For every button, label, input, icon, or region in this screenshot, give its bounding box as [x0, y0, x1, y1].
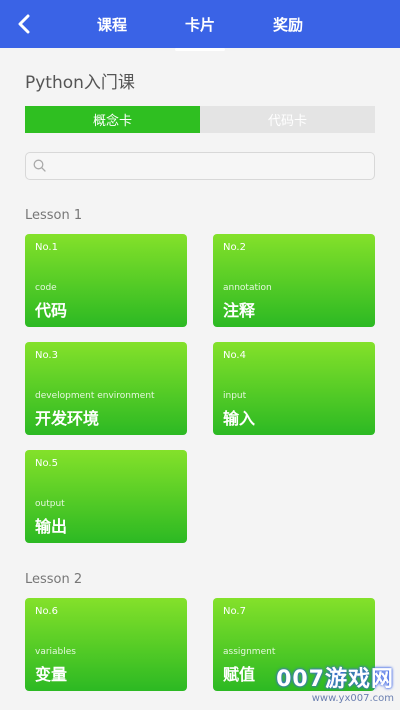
card-chinese-term: 注释: [223, 301, 256, 320]
tab-courses[interactable]: 课程: [91, 10, 133, 39]
card-english-term: variables: [35, 647, 76, 657]
card-number: No.3: [35, 350, 58, 361]
card-code[interactable]: No.1 code 代码: [25, 234, 187, 327]
card-development-environment[interactable]: No.3 development environment 开发环境: [25, 342, 187, 435]
concept-card-tab[interactable]: 概念卡: [25, 106, 200, 133]
top-bar: 课程 卡片 奖励: [0, 0, 400, 51]
tab-bar: 课程 卡片 奖励: [0, 0, 400, 51]
card-english-term: code: [35, 283, 57, 293]
lesson-1-label: Lesson 1: [25, 208, 83, 223]
card-number: No.4: [223, 350, 246, 361]
watermark-logo-text: 007游戏网: [276, 667, 394, 692]
tab-cards[interactable]: 卡片: [174, 10, 226, 51]
page-title: Python入门课: [25, 73, 135, 93]
card-chinese-term: 赋值: [223, 665, 256, 684]
card-number: No.5: [35, 458, 58, 469]
card-chinese-term: 变量: [35, 665, 68, 684]
card-chinese-term: 输出: [35, 517, 68, 536]
code-card-tab[interactable]: 代码卡: [200, 106, 375, 133]
watermark-url: www.yx007.com: [311, 693, 394, 704]
search-icon: [33, 159, 46, 172]
card-english-term: development environment: [35, 391, 155, 401]
card-number: No.1: [35, 242, 58, 253]
card-english-term: annotation: [223, 283, 272, 293]
card-output[interactable]: No.5 output 输出: [25, 450, 187, 543]
card-number: No.2: [223, 242, 246, 253]
tab-rewards[interactable]: 奖励: [267, 10, 309, 39]
search-box: [25, 152, 375, 180]
card-english-term: input: [223, 391, 247, 401]
card-chinese-term: 代码: [35, 301, 68, 320]
lesson-2-label: Lesson 2: [25, 572, 83, 587]
card-variables[interactable]: No.6 variables 变量: [25, 598, 187, 691]
card-input[interactable]: No.4 input 输入: [213, 342, 375, 435]
card-annotation[interactable]: No.2 annotation 注释: [213, 234, 375, 327]
card-chinese-term: 开发环境: [35, 409, 100, 428]
card-number: No.6: [35, 606, 58, 617]
card-chinese-term: 输入: [223, 409, 256, 428]
card-english-term: assignment: [223, 647, 276, 657]
site-watermark: 007游戏网 www.yx007.com: [276, 661, 394, 704]
card-number: No.7: [223, 606, 246, 617]
search-input[interactable]: [54, 155, 358, 177]
card-type-switch: 概念卡 代码卡: [25, 106, 375, 133]
card-english-term: output: [35, 499, 65, 509]
